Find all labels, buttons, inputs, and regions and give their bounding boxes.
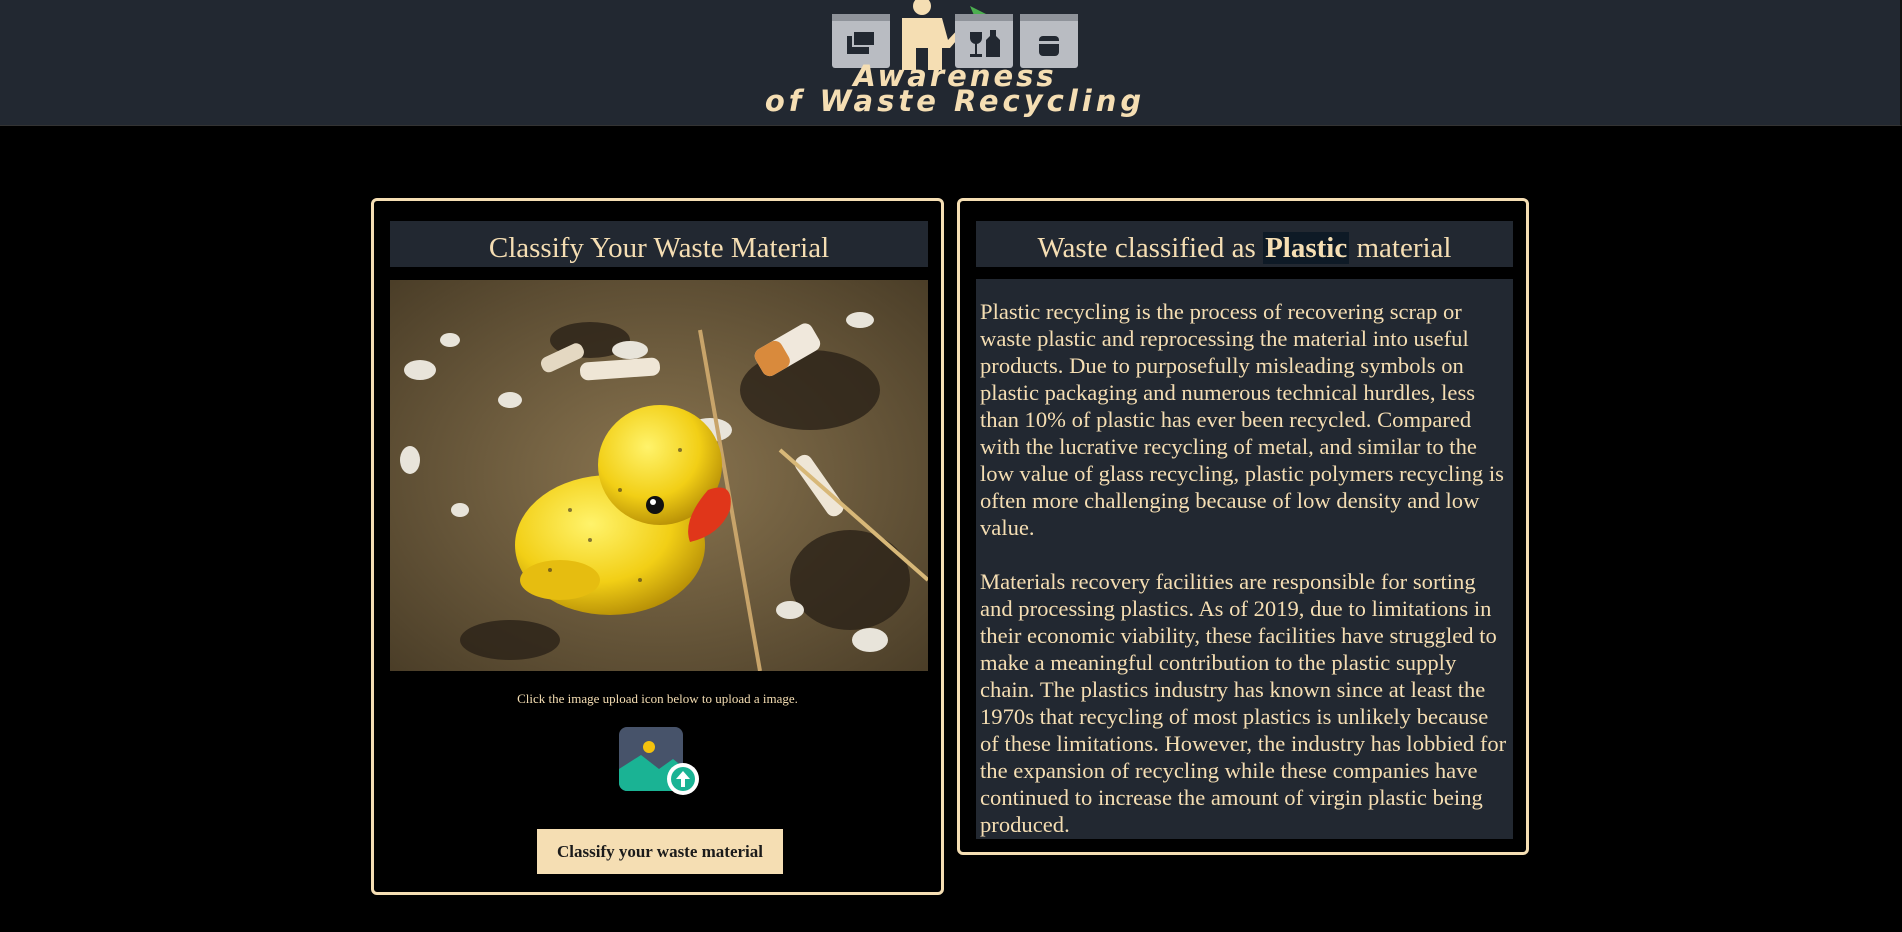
result-card: Waste classified as Plastic material Pla… bbox=[957, 198, 1529, 855]
classify-card: Classify Your Waste Material Click the i… bbox=[371, 198, 944, 895]
result-title: Waste classified as Plastic material bbox=[976, 221, 1513, 267]
site-header: Awareness of Waste Recycling bbox=[0, 0, 1902, 126]
rubber-duck-photo bbox=[390, 280, 928, 671]
material-description: Plastic recycling is the process of reco… bbox=[976, 279, 1513, 839]
classify-title: Classify Your Waste Material bbox=[390, 221, 928, 267]
classify-button[interactable]: Classify your waste material bbox=[537, 829, 783, 874]
upload-hint: Click the image upload icon below to upl… bbox=[517, 691, 798, 706]
description-paragraph: Plastic recycling is the process of reco… bbox=[980, 299, 1504, 540]
logo-title: Awareness of Waste Recycling bbox=[710, 62, 1200, 118]
image-upload-icon[interactable] bbox=[619, 725, 701, 797]
description-paragraph: Materials recovery facilities are respon… bbox=[980, 569, 1507, 837]
material-label: Plastic bbox=[1263, 232, 1350, 264]
result-title-suffix: material bbox=[1349, 232, 1452, 264]
site-logo[interactable]: Awareness of Waste Recycling bbox=[710, 0, 1200, 125]
result-title-prefix: Waste classified as bbox=[1037, 232, 1264, 264]
uploaded-waste-image bbox=[390, 280, 928, 671]
logo-line-2: of Waste Recycling bbox=[764, 84, 1146, 118]
